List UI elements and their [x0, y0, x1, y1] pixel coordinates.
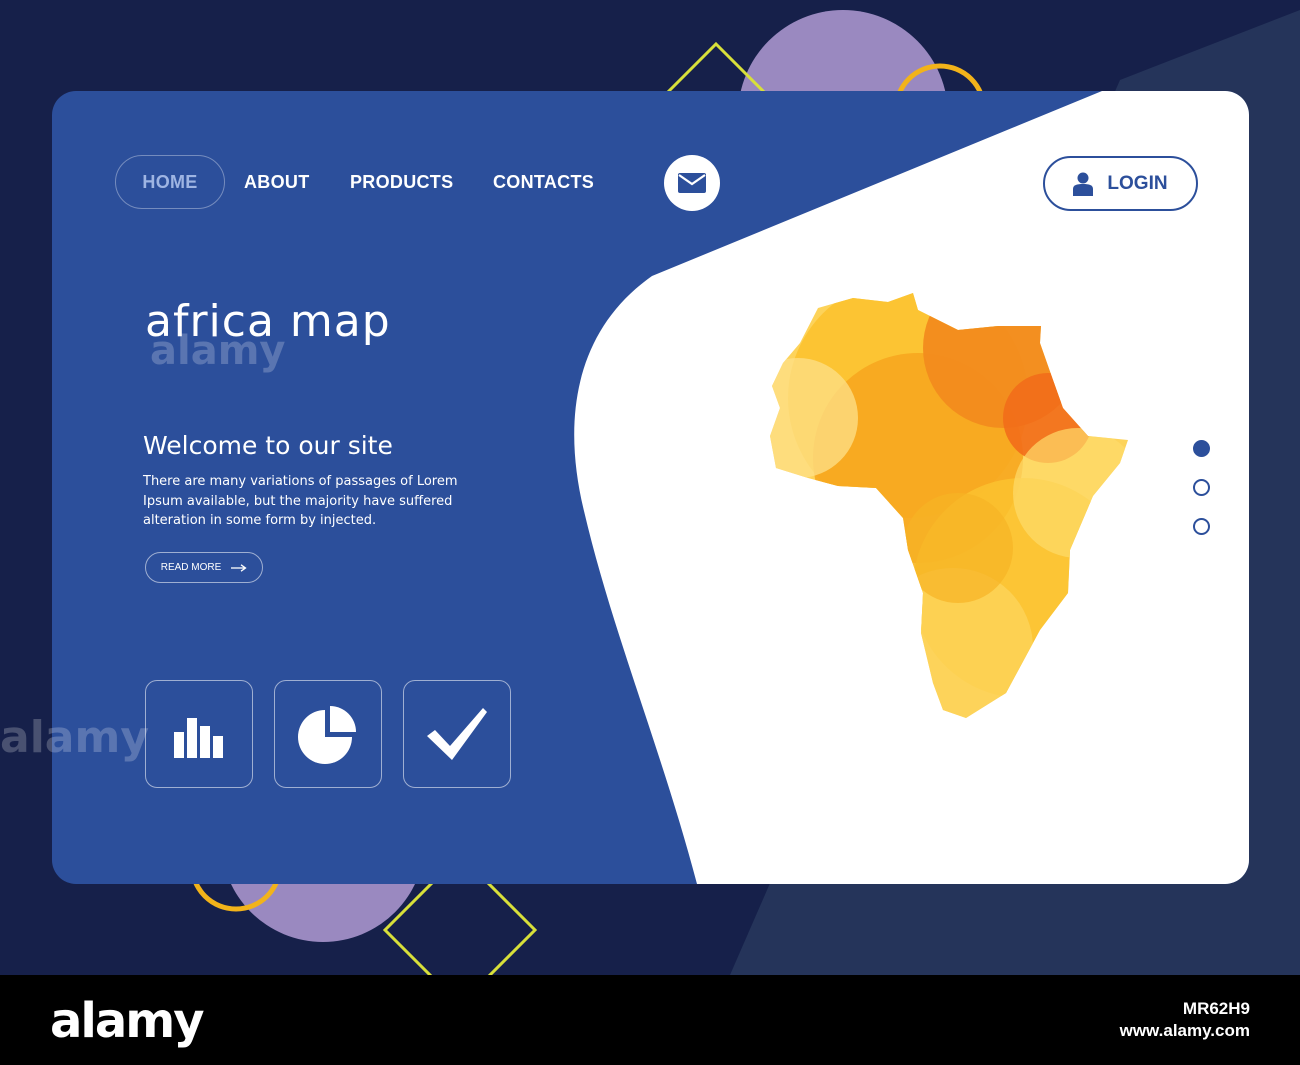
checkmark-icon: [427, 708, 487, 760]
stock-footer: alamy MR62H9 www.alamy.com: [0, 975, 1300, 1065]
slider-dot-2[interactable]: [1193, 479, 1210, 496]
envelope-icon: [678, 173, 706, 193]
nav-about-link[interactable]: ABOUT: [244, 172, 310, 193]
footer-brand-logo: alamy: [50, 993, 205, 1049]
slider-dot-1[interactable]: [1193, 440, 1210, 457]
nav-home-link[interactable]: HOME: [115, 155, 225, 209]
bar-chart-icon: [174, 718, 223, 758]
watermark-logo-overlay: alamy: [150, 328, 286, 374]
read-more-button[interactable]: READ MORE: [145, 552, 263, 583]
intro-paragraph: There are many variations of passages of…: [143, 474, 458, 528]
mail-button[interactable]: [664, 155, 720, 211]
login-button[interactable]: LOGIN: [1043, 156, 1198, 211]
feature-stats-button[interactable]: [145, 680, 253, 788]
footer-stock-id: MR62H9: [1182, 999, 1250, 1018]
nav-products-link[interactable]: PRODUCTS: [350, 172, 453, 193]
scene: HOME ABOUT PRODUCTS CONTACTS LOGIN afric…: [0, 0, 1300, 975]
watermark-logo-side: alamy: [0, 712, 149, 763]
welcome-heading: Welcome to our site: [143, 431, 393, 460]
landing-card: HOME ABOUT PRODUCTS CONTACTS LOGIN afric…: [52, 91, 1249, 884]
slider-dot-3[interactable]: [1193, 518, 1210, 535]
pie-chart-icon: [298, 706, 356, 764]
nav-contacts-link[interactable]: CONTACTS: [493, 172, 594, 193]
arrow-right-icon: [231, 563, 247, 572]
africa-map-icon: [770, 293, 1128, 718]
footer-url: www.alamy.com: [1119, 1021, 1250, 1040]
login-label: LOGIN: [1107, 172, 1168, 194]
user-icon: [1073, 172, 1094, 196]
read-more-label: READ MORE: [160, 562, 222, 573]
feature-analytics-button[interactable]: [274, 680, 382, 788]
feature-check-button[interactable]: [403, 680, 511, 788]
